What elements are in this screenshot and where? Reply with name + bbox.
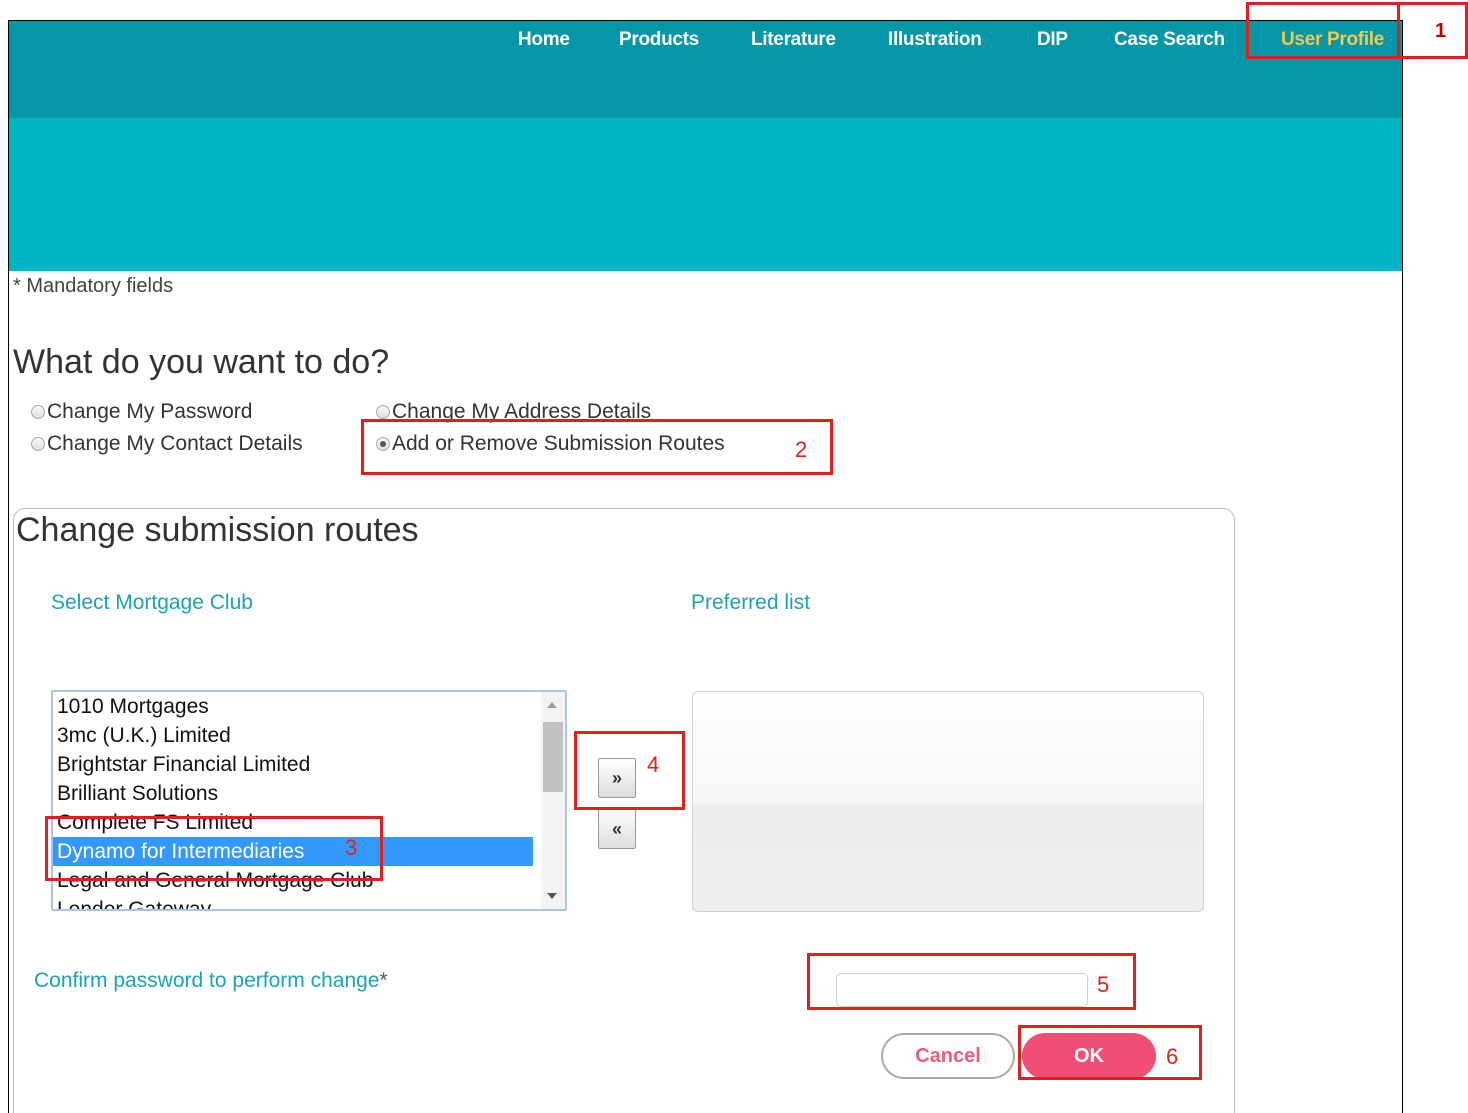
callout-number-1: 1 — [1435, 20, 1447, 42]
option-label: Add or Remove Submission Routes — [392, 432, 725, 455]
scroll-up-arrow-icon[interactable] — [547, 702, 557, 708]
club-list-item[interactable]: 3mc (U.K.) Limited — [53, 721, 533, 750]
club-list-item[interactable]: 1010 Mortgages — [53, 692, 533, 721]
callout-number-6: 6 — [1166, 1044, 1179, 1069]
radio-change-contact[interactable] — [31, 437, 45, 451]
app-frame: Home Products Literature Illustration DI… — [8, 20, 1403, 1113]
listbox-scrollbar[interactable] — [541, 692, 565, 909]
mortgage-club-listbox[interactable]: 1010 Mortgages 3mc (U.K.) Limited Brightst… — [51, 690, 567, 911]
option-label: Change My Password — [47, 400, 253, 423]
club-list-item[interactable]: Dynamo for Intermediaries — [53, 837, 533, 866]
confirm-password-text: Confirm password to perform change — [34, 969, 380, 992]
scroll-down-arrow-icon[interactable] — [547, 893, 557, 899]
club-list-item[interactable]: Brightstar Financial Limited — [53, 750, 533, 779]
club-list-item[interactable]: Brilliant Solutions — [53, 779, 533, 808]
club-list-item[interactable]: Complete FS Limited — [53, 808, 533, 837]
header-banner — [9, 118, 1402, 271]
option-label: Change My Contact Details — [47, 432, 303, 455]
required-star: * — [379, 969, 388, 992]
mandatory-note: * Mandatory fields — [13, 275, 174, 297]
option-change-contact[interactable]: Change My Contact Details — [31, 432, 303, 456]
cancel-button[interactable]: Cancel — [881, 1033, 1015, 1079]
nav-home[interactable]: Home — [518, 29, 570, 51]
page-question: What do you want to do? — [13, 343, 390, 381]
preferred-list-label: Preferred list — [691, 591, 811, 614]
nav-literature[interactable]: Literature — [751, 29, 836, 51]
radio-change-password[interactable] — [31, 405, 45, 419]
confirm-password-label: Confirm password to perform change* — [34, 969, 388, 993]
panel-title: Change submission routes — [16, 511, 419, 549]
club-list-item[interactable]: Lender Gateway — [53, 895, 533, 909]
callout-box-1-tag — [1398, 2, 1468, 59]
nav-products[interactable]: Products — [619, 29, 699, 51]
select-club-label: Select Mortgage Club — [51, 591, 253, 614]
ok-button[interactable]: OK — [1022, 1033, 1156, 1079]
club-items: 1010 Mortgages 3mc (U.K.) Limited Brightst… — [53, 692, 565, 909]
callout-number-2: 2 — [795, 437, 808, 462]
option-submission-routes[interactable]: Add or Remove Submission Routes — [376, 432, 725, 456]
scroll-thumb[interactable] — [543, 722, 563, 792]
nav-illustration[interactable]: Illustration — [888, 29, 982, 51]
option-change-address[interactable]: Change My Address Details — [376, 400, 651, 424]
preferred-listbox[interactable] — [692, 691, 1204, 912]
submission-routes-panel: Change submission routes Select Mortgage… — [13, 508, 1235, 1113]
remove-from-preferred-button[interactable]: « — [598, 809, 636, 849]
callout-number-4: 4 — [647, 752, 660, 777]
top-navigation: Home Products Literature Illustration DI… — [9, 21, 1402, 118]
nav-case-search[interactable]: Case Search — [1114, 29, 1225, 51]
radio-submission-routes[interactable] — [376, 437, 390, 451]
add-to-preferred-button[interactable]: » — [598, 758, 636, 798]
radio-change-address[interactable] — [376, 405, 390, 419]
nav-dip[interactable]: DIP — [1037, 29, 1068, 51]
club-list-item[interactable]: Legal and General Mortgage Club — [53, 866, 533, 895]
confirm-password-input[interactable] — [836, 973, 1088, 1007]
callout-number-3: 3 — [345, 835, 358, 860]
callout-number-5: 5 — [1097, 972, 1110, 997]
option-label: Change My Address Details — [392, 400, 652, 423]
nav-user-profile[interactable]: User Profile — [1281, 29, 1384, 51]
option-change-password[interactable]: Change My Password — [31, 400, 252, 424]
